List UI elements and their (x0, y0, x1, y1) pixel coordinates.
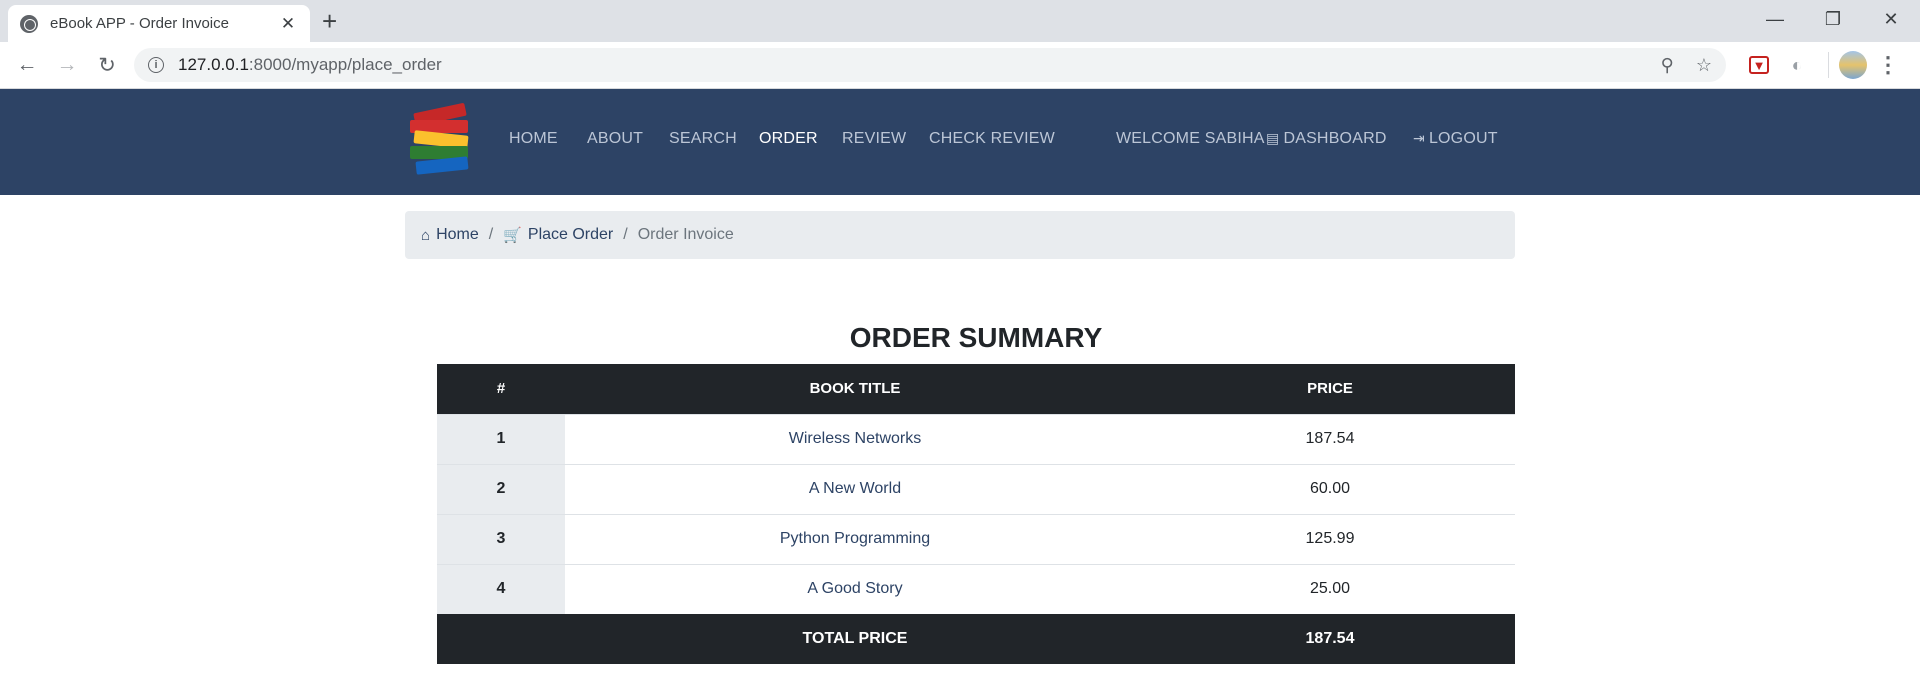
bookmark-star-icon[interactable]: ☆ (1696, 55, 1712, 76)
tab-title: eBook APP - Order Invoice (50, 15, 229, 32)
browser-menu-icon[interactable]: ⋮ (1871, 48, 1905, 82)
row-price: 125.99 (1145, 513, 1515, 564)
info-icon[interactable]: i (148, 57, 164, 73)
header-num: # (437, 364, 565, 414)
nav-review[interactable]: REVIEW (842, 130, 906, 148)
nav-dashboard[interactable]: ▤ DASHBOARD (1266, 130, 1387, 148)
breadcrumb-place-order[interactable]: 🛒 Place Order (503, 226, 613, 244)
address-bar[interactable]: i 127.0.0.1:8000/myapp/place_order ⚲ ☆ (134, 48, 1726, 82)
url-text[interactable]: 127.0.0.1:8000/myapp/place_order (178, 55, 1639, 75)
header-book-title: BOOK TITLE (565, 364, 1145, 414)
window-close-button[interactable]: ✕ (1862, 0, 1920, 38)
breadcrumb-current: Order Invoice (637, 226, 734, 243)
row-num: 1 (437, 413, 565, 464)
nav-order[interactable]: ORDER (759, 130, 818, 148)
nav-logout[interactable]: ⇥ LOGOUT (1413, 130, 1498, 148)
forward-arrow-icon[interactable]: → (50, 48, 84, 82)
total-spacer (437, 614, 565, 664)
minimize-button[interactable]: — (1746, 0, 1804, 38)
row-num: 3 (437, 513, 565, 564)
id-card-icon: ▤ (1266, 130, 1280, 146)
table-row: 2 A New World 60.00 (437, 463, 1515, 514)
extensions-area: ▼ ◐ ⋮ (1742, 48, 1909, 82)
browser-tab[interactable]: eBook APP - Order Invoice ✕ (8, 5, 310, 42)
breadcrumb-place-order-label: Place Order (527, 226, 614, 243)
tab-close-icon[interactable]: ✕ (278, 14, 298, 34)
row-num: 2 (437, 463, 565, 514)
window-controls: — ❐ ✕ (1746, 0, 1920, 38)
total-value: 187.54 (1145, 614, 1515, 664)
table-row: 4 A Good Story 25.00 (437, 563, 1515, 614)
sign-out-icon: ⇥ (1413, 130, 1425, 146)
browser-toolbar: ← → ↻ i 127.0.0.1:8000/myapp/place_order… (0, 42, 1920, 89)
profile-avatar-icon[interactable] (1839, 51, 1867, 79)
home-icon: ⌂ (421, 226, 431, 244)
table-row: 3 Python Programming 125.99 (437, 513, 1515, 564)
nav-about[interactable]: ABOUT (587, 130, 643, 148)
shopping-cart-icon: 🛒 (503, 227, 522, 244)
browser-tab-strip: eBook APP - Order Invoice ✕ + — ❐ ✕ (0, 0, 1920, 42)
page-title: ORDER SUMMARY (849, 322, 1103, 353)
breadcrumb-home[interactable]: ⌂ Home (421, 226, 479, 244)
total-label: TOTAL PRICE (565, 614, 1145, 664)
table-row: 1 Wireless Networks 187.54 (437, 413, 1515, 464)
row-num: 4 (437, 563, 565, 614)
nav-home[interactable]: HOME (509, 130, 558, 148)
toolbar-divider (1828, 52, 1829, 78)
row-book-title: A New World (565, 463, 1145, 514)
extension-check-icon[interactable]: ◐ (1780, 48, 1814, 82)
back-arrow-icon[interactable]: ← (10, 48, 44, 82)
row-book-title: A Good Story (565, 563, 1145, 614)
url-host: 127.0.0.1 (178, 55, 249, 74)
header-price: PRICE (1145, 364, 1515, 414)
zoom-icon[interactable]: ⚲ (1661, 55, 1674, 76)
nav-check-review[interactable]: CHECK REVIEW (929, 130, 1055, 148)
pdf-extension-icon[interactable]: ▼ (1749, 56, 1769, 74)
total-row: TOTAL PRICE 187.54 (437, 614, 1515, 664)
breadcrumb-home-label: Home (436, 226, 479, 243)
row-book-title: Python Programming (565, 513, 1145, 564)
nav-dashboard-label: DASHBOARD (1283, 130, 1387, 147)
globe-icon (20, 14, 38, 33)
reload-icon[interactable]: ↻ (90, 48, 124, 82)
url-path: :8000/myapp/place_order (248, 55, 442, 74)
restore-button[interactable]: ❐ (1804, 0, 1862, 38)
row-price: 187.54 (1145, 413, 1515, 464)
row-price: 60.00 (1145, 463, 1515, 514)
order-summary-table: # BOOK TITLE PRICE 1 Wireless Networks 1… (437, 364, 1515, 664)
nav-search[interactable]: SEARCH (669, 130, 737, 148)
breadcrumb-separator: / (488, 226, 494, 243)
app-navbar: HOME ABOUT SEARCH ORDER REVIEW CHECK REV… (0, 89, 1920, 195)
breadcrumb-separator: / (623, 226, 628, 243)
nav-welcome: WELCOME SABIHA (1116, 130, 1265, 147)
table-header-row: # BOOK TITLE PRICE (437, 364, 1515, 414)
row-price: 25.00 (1145, 563, 1515, 614)
row-book-title: Wireless Networks (565, 413, 1145, 464)
new-tab-button[interactable]: + (322, 8, 337, 34)
nav-logout-label: LOGOUT (1428, 130, 1498, 147)
breadcrumb: ⌂ Home / 🛒 Place Order / Order Invoice (405, 211, 1515, 259)
books-logo-icon[interactable] (408, 102, 482, 178)
